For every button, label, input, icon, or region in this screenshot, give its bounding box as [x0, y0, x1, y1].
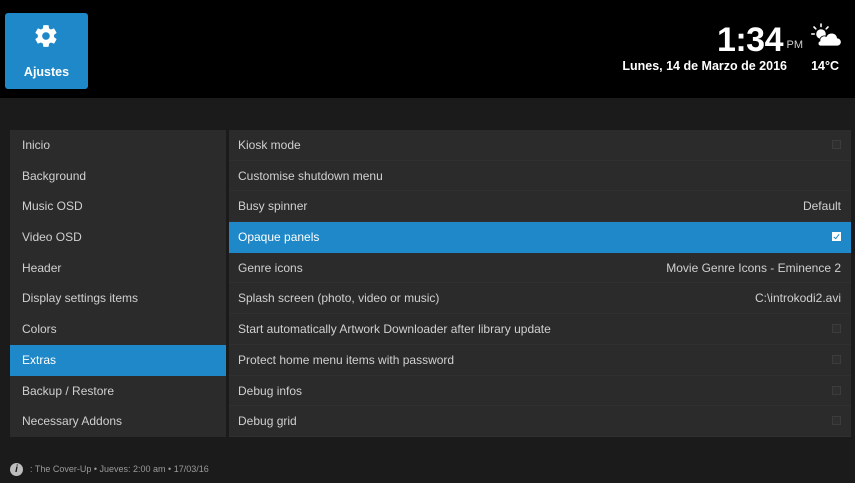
settings-row[interactable]: Debug infos [229, 376, 851, 407]
settings-list: Kiosk mode Customise shutdown menu Busy sp… [229, 130, 851, 437]
sidebar-item-backup-restore[interactable]: Backup / Restore [10, 376, 226, 407]
setting-checkbox[interactable] [832, 416, 841, 426]
settings-row[interactable]: Debug grid [229, 406, 851, 437]
settings-row[interactable]: Genre icons Movie Genre Icons - Eminence … [229, 253, 851, 284]
sidebar-item-display-settings-items[interactable]: Display settings items [10, 283, 226, 314]
info-icon: i [10, 463, 23, 476]
sidebar-item-music-osd[interactable]: Music OSD [10, 191, 226, 222]
sidebar-item-colors[interactable]: Colors [10, 314, 226, 345]
sidebar-item-header[interactable]: Header [10, 253, 226, 284]
setting-label: Customise shutdown menu [238, 168, 383, 183]
setting-label: Protect home menu items with password [238, 352, 455, 367]
temperature-text: 14°C [811, 59, 839, 73]
clock-ampm: PM [786, 39, 804, 51]
clock-time: 1:34 [716, 21, 784, 59]
top-bar: Ajustes 1:34 PM Lunes, 14 de Marzo de 20… [0, 0, 855, 98]
partly-cloudy-icon [811, 23, 841, 47]
settings-app-tile[interactable]: Ajustes [5, 13, 88, 89]
sidebar-item-background[interactable]: Background [10, 161, 226, 192]
setting-checkbox[interactable] [832, 140, 841, 149]
setting-label: Splash screen (photo, video or music) [238, 291, 440, 306]
setting-label: Genre icons [238, 260, 303, 275]
clock-weather: 1:34 PM Lunes, 14 de Marzo de 2016 14°C [521, 20, 841, 80]
gear-icon [35, 25, 57, 47]
settings-row[interactable]: Splash screen (photo, video or music) C:\… [229, 283, 851, 315]
setting-label: Debug infos [238, 383, 303, 398]
setting-checkbox[interactable] [832, 232, 841, 242]
setting-value: C:\introkodi2.avi [754, 291, 841, 306]
setting-label: Opaque panels [238, 230, 320, 245]
settings-row[interactable]: Kiosk mode [229, 130, 851, 161]
sidebar-item-inicio[interactable]: Inicio [10, 130, 226, 161]
date-text: Lunes, 14 de Marzo de 2016 [622, 59, 787, 73]
setting-checkbox[interactable] [832, 324, 841, 334]
settings-row[interactable]: Busy spinner Default [229, 191, 851, 223]
settings-row[interactable]: Protect home menu items with password [229, 345, 851, 376]
footer: i : The Cover-Up • Jueves: 2:00 am • 17/… [0, 455, 855, 483]
now-playing-info: : The Cover-Up • Jueves: 2:00 am • 17/03… [30, 464, 209, 474]
setting-label: Kiosk mode [238, 138, 301, 152]
settings-row[interactable]: Customise shutdown menu [229, 161, 851, 192]
sidebar-item-necessary-addons[interactable]: Necessary Addons [10, 406, 226, 437]
app-title: Ajustes [23, 65, 70, 79]
sidebar-item-extras[interactable]: Extras [10, 344, 226, 376]
settings-row[interactable]: Opaque panels [229, 222, 851, 253]
settings-category-list: Inicio Background Music OSD Video OSD Header… [10, 130, 226, 437]
setting-label: Busy spinner [238, 199, 308, 214]
settings-row[interactable]: Start automatically Artwork Downloader a… [229, 314, 851, 345]
setting-checkbox[interactable] [832, 354, 841, 364]
setting-label: Debug grid [238, 414, 297, 429]
setting-value: Default [802, 199, 841, 214]
setting-value: Movie Genre Icons - Eminence 2 [666, 260, 841, 275]
setting-checkbox[interactable] [832, 385, 841, 395]
sidebar-item-video-osd[interactable]: Video OSD [10, 222, 226, 253]
setting-label: Start automatically Artwork Downloader a… [238, 322, 551, 337]
